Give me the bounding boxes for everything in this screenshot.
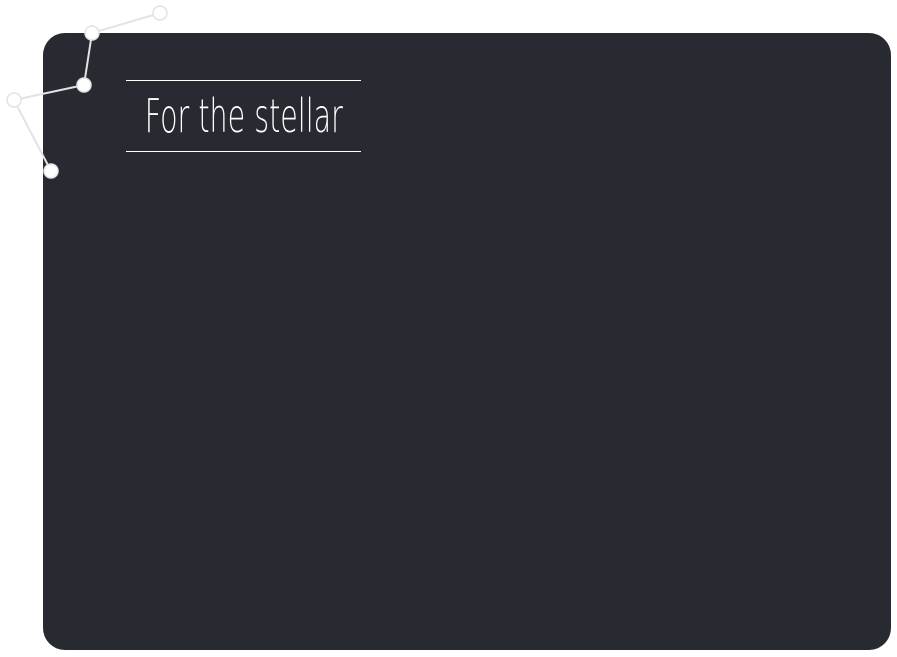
title-block: For the stellar xyxy=(126,80,361,152)
page-title: For the stellar xyxy=(144,89,343,143)
constellation-star xyxy=(152,5,168,21)
constellation-star xyxy=(6,92,22,108)
